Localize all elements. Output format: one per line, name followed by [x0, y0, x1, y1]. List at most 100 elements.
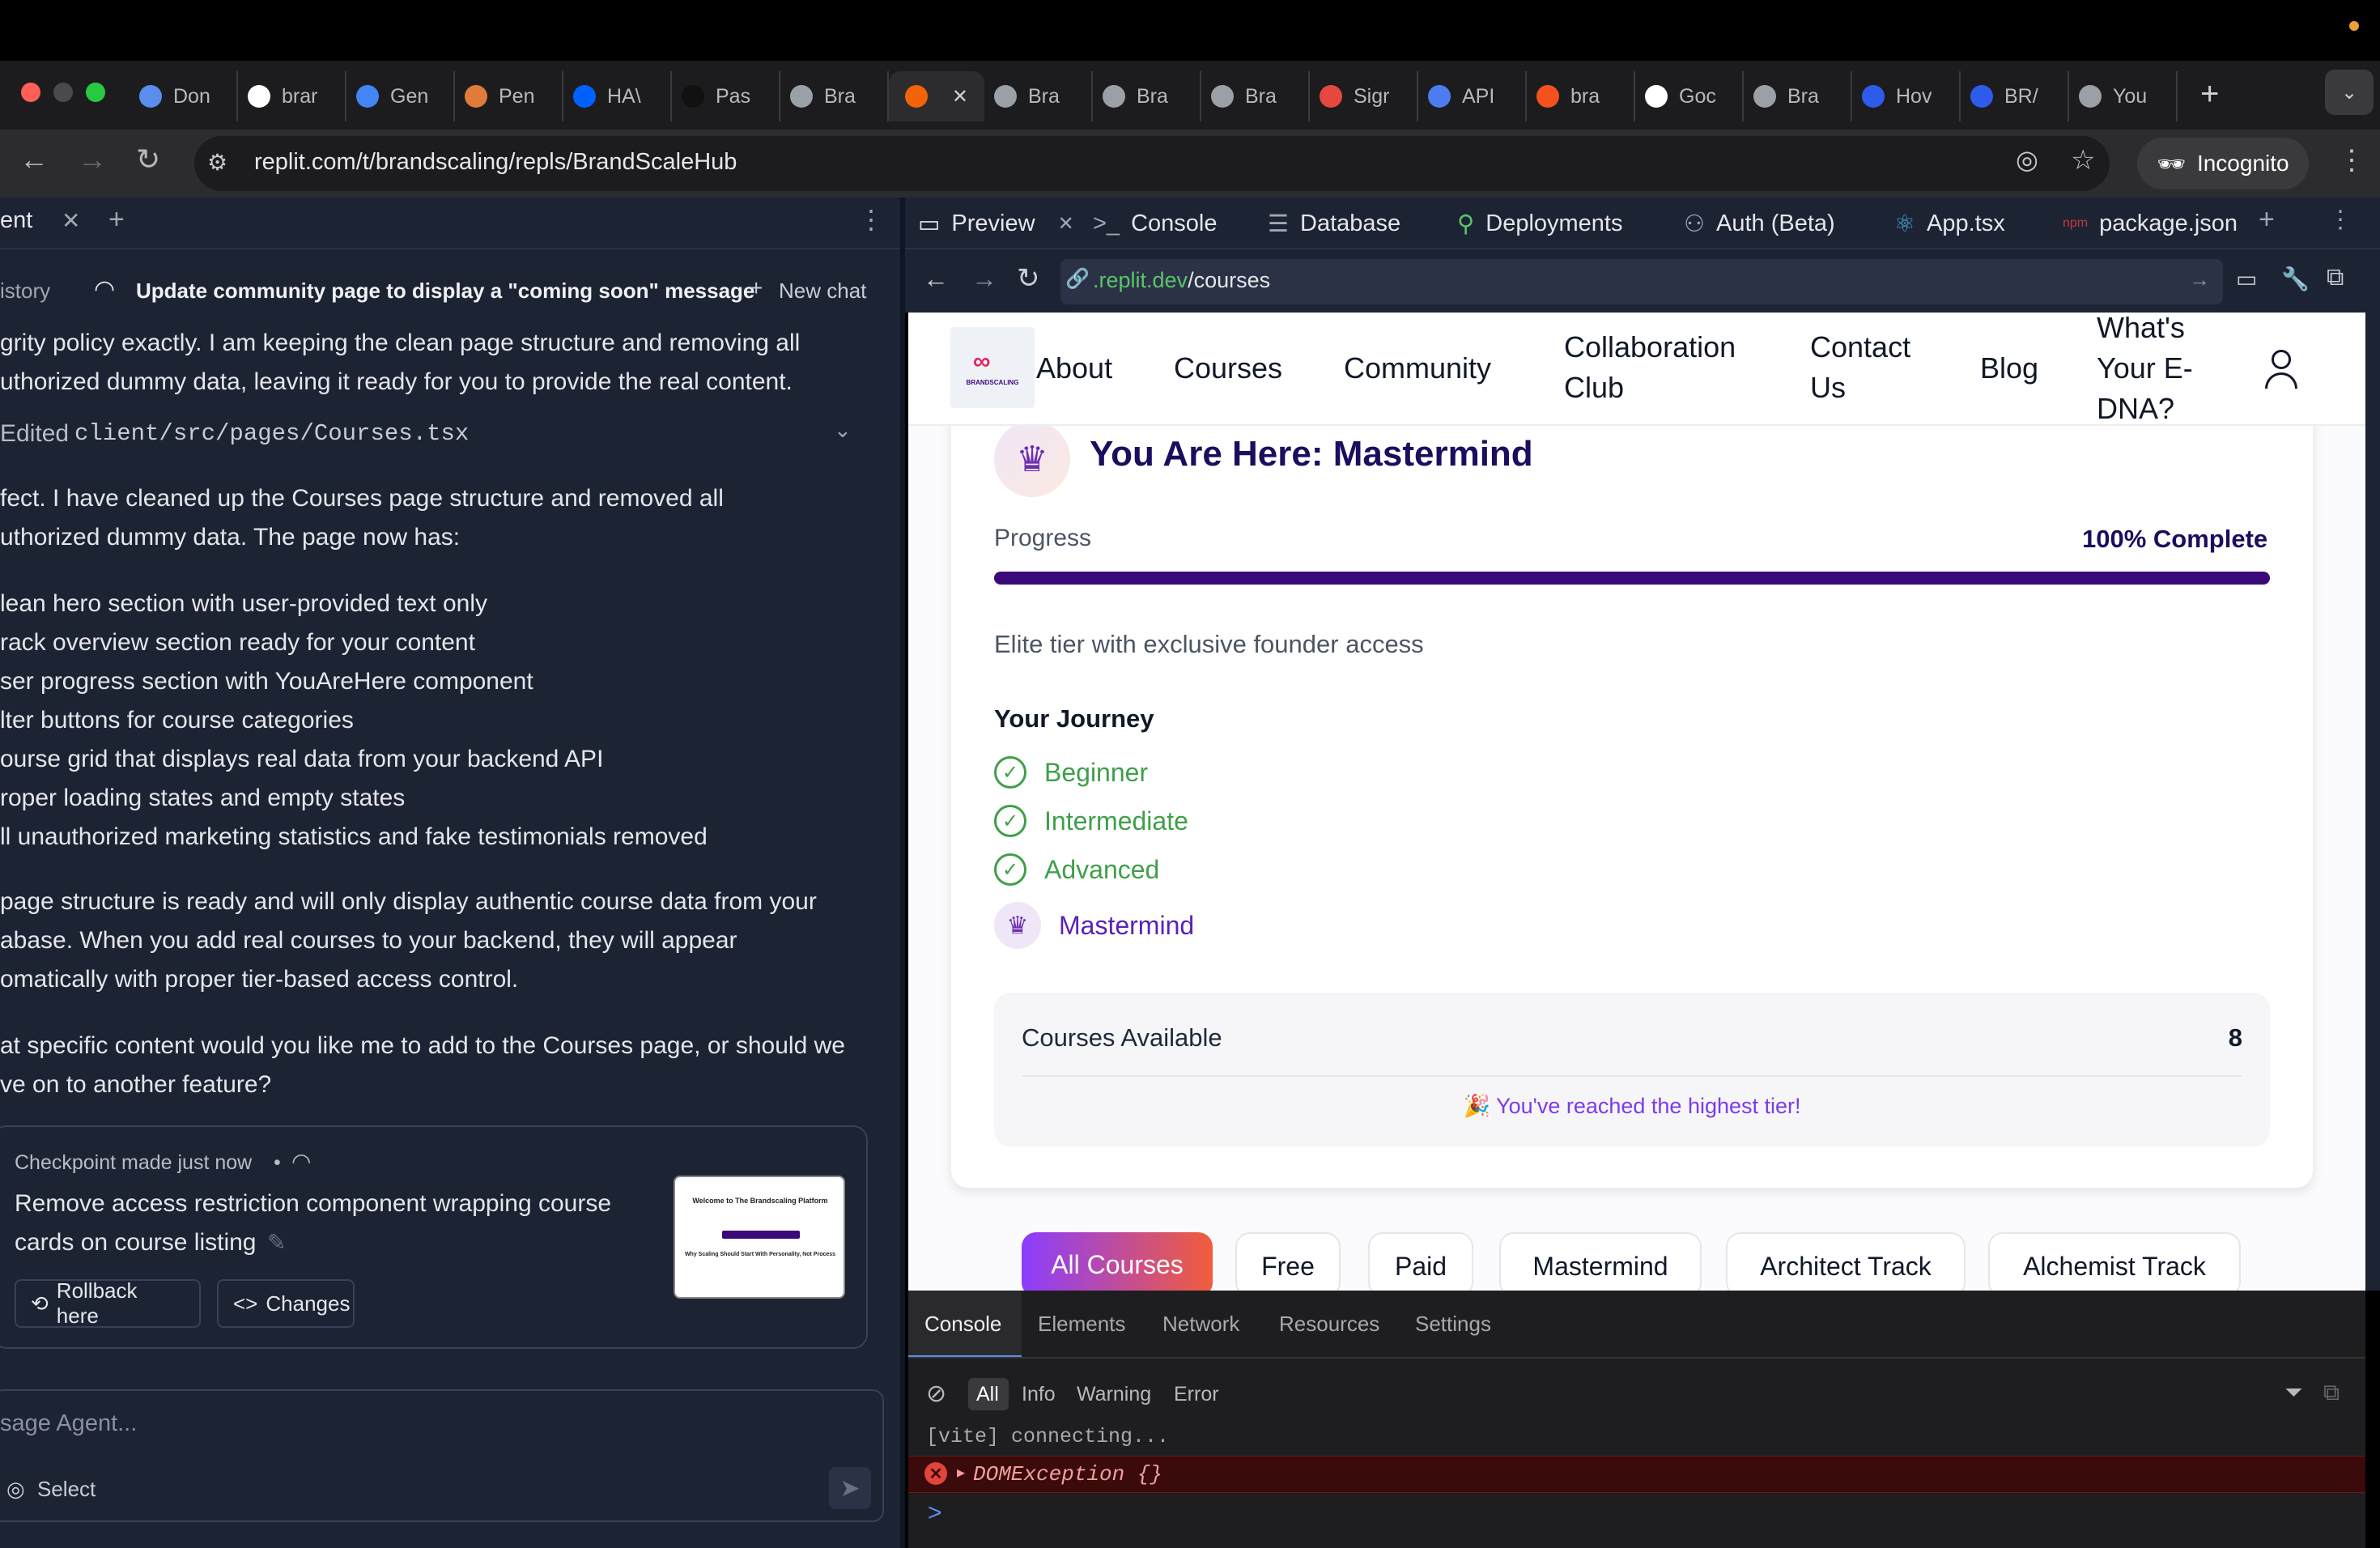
level-all[interactable]: All	[976, 1383, 999, 1406]
new-tab-button[interactable]: +	[2200, 76, 2219, 113]
preview-reload-icon[interactable]: ↻	[1017, 262, 1040, 295]
minimize-window-button[interactable]	[53, 83, 73, 102]
nav-community[interactable]: Community	[1344, 348, 1491, 389]
devtools-tab-elements[interactable]: Elements	[1038, 1312, 1125, 1337]
browser-tab[interactable]: Goc	[1635, 71, 1744, 121]
devtools-tab-settings[interactable]: Settings	[1415, 1312, 1491, 1337]
edit-pencil-icon[interactable]: ✎	[267, 1229, 286, 1256]
agent-tab-close-icon[interactable]: ✕	[62, 207, 80, 234]
devtools-tab-resources[interactable]: Resources	[1279, 1312, 1379, 1337]
browser-tab[interactable]: Gen	[346, 71, 455, 121]
history-button[interactable]: istory	[0, 279, 50, 304]
tab-app-tsx[interactable]: ⚛ App.tsx	[1894, 206, 2005, 241]
browser-tab[interactable]: Bra	[1744, 71, 1852, 121]
browser-tab[interactable]: Bra	[780, 71, 889, 121]
new-chat-button[interactable]: New chat	[779, 279, 866, 304]
level-error[interactable]: Error	[1174, 1383, 1219, 1406]
browser-tab[interactable]: brar	[238, 71, 346, 121]
filter-alchemist-track[interactable]: Alchemist Track	[1988, 1232, 2241, 1297]
browser-tab-label: BR/	[2004, 84, 2038, 108]
nav-blog[interactable]: Blog	[1980, 348, 2038, 389]
devtools-tab-network[interactable]: Network	[1162, 1312, 1239, 1337]
agent-panel-menu-icon[interactable]: ⋮	[858, 204, 884, 235]
preview-back-icon[interactable]: ←	[923, 264, 949, 294]
browser-tab[interactable]: Bra	[1201, 71, 1310, 121]
agent-new-tab-icon[interactable]: +	[108, 204, 125, 236]
panel-divider[interactable]	[900, 198, 905, 1548]
agent-input[interactable]: sage Agent...	[0, 1410, 137, 1437]
browser-tab[interactable]: ✕	[889, 71, 984, 121]
browser-tab[interactable]: Bra	[984, 71, 1093, 121]
nav-whats-your-edna[interactable]: What's Your E- DNA?	[2097, 308, 2193, 429]
site-info-icon[interactable]: ⚙	[207, 149, 227, 176]
filter-mastermind[interactable]: Mastermind	[1499, 1232, 1702, 1297]
nav-about[interactable]: About	[1036, 348, 1112, 389]
browser-tab[interactable]: Sigr	[1310, 71, 1418, 121]
tab-auth[interactable]: ⚇ Auth (Beta)	[1684, 206, 1835, 241]
changes-button[interactable]: <> Changes	[217, 1279, 355, 1328]
close-tab-icon[interactable]: ✕	[952, 85, 968, 108]
incognito-badge[interactable]: 🕶 Incognito	[2137, 138, 2309, 189]
devtools-wrench-icon[interactable]: 🔧	[2281, 266, 2310, 292]
browser-tab[interactable]: bra	[1527, 71, 1635, 121]
nav-courses[interactable]: Courses	[1174, 348, 1282, 389]
browser-tab[interactable]: Pas	[672, 71, 780, 121]
send-icon[interactable]: ➤	[829, 1467, 871, 1509]
browser-tab[interactable]: Bra	[1093, 71, 1201, 121]
filter-free[interactable]: Free	[1235, 1232, 1341, 1297]
level-info[interactable]: Info	[1022, 1383, 1056, 1406]
forward-button[interactable]: →	[78, 142, 107, 176]
console-prompt[interactable]: >	[928, 1499, 942, 1527]
nav-collaboration-club[interactable]: Collaboration Club	[1564, 327, 1736, 408]
back-button[interactable]: ←	[19, 142, 49, 176]
open-new-window-icon[interactable]: ⧉	[2327, 264, 2344, 291]
expand-triangle-icon[interactable]: ▸	[957, 1462, 965, 1482]
tab-preview[interactable]: ▭ Preview ✕	[918, 206, 1074, 241]
browser-tab-label: bra	[1570, 84, 1600, 108]
browser-tab[interactable]: API	[1418, 71, 1527, 121]
tab-close-icon[interactable]: ✕	[1058, 212, 1074, 236]
tab-package-json[interactable]: npm package.json	[2063, 206, 2238, 241]
devtools-tab-console[interactable]: Console	[924, 1312, 1001, 1337]
tab-console[interactable]: >_ Console	[1093, 206, 1217, 241]
tab-database[interactable]: ☰ Database	[1268, 206, 1400, 241]
reload-button[interactable]: ↻	[136, 142, 160, 176]
browser-tab[interactable]: Pen	[455, 71, 563, 121]
infinity-logo-icon: ∞	[973, 348, 991, 375]
maximize-window-button[interactable]	[86, 83, 105, 102]
close-window-button[interactable]	[21, 83, 40, 102]
open-arrow-icon[interactable]: →	[2189, 267, 2210, 292]
rollback-button[interactable]: ⟲ Rollback here	[15, 1278, 201, 1328]
workspace-menu-icon[interactable]: ⋮	[2328, 206, 2352, 234]
preview-forward-icon[interactable]: →	[971, 264, 997, 294]
user-profile-icon[interactable]	[2263, 348, 2299, 390]
browser-tab[interactable]: BR/	[1961, 71, 2069, 121]
browser-tab[interactable]: You	[2069, 71, 2178, 121]
filter-icon[interactable]: ⏷	[2284, 1380, 2302, 1406]
bookmark-star-icon[interactable]: ☆	[2071, 144, 2095, 176]
browser-tab[interactable]: HA\	[563, 71, 672, 121]
nav-contact-us[interactable]: Contact Us	[1810, 327, 1910, 408]
preview-scrollbar[interactable]	[2365, 313, 2380, 1291]
agent-message-box[interactable]	[0, 1389, 884, 1522]
clear-console-icon[interactable]: ⊘	[926, 1380, 946, 1408]
tab-deployments[interactable]: ⚲ Deployments	[1457, 206, 1623, 241]
browser-tab[interactable]: Hov	[1852, 71, 1961, 121]
checkpoint-thumbnail[interactable]: Welcome to The Brandscaling Platform Why…	[674, 1176, 845, 1299]
filter-paid[interactable]: Paid	[1368, 1232, 1473, 1297]
add-tab-icon[interactable]: +	[2259, 204, 2275, 236]
level-warning[interactable]: Warning	[1077, 1383, 1151, 1406]
tab-search-button[interactable]: ⌄	[2325, 70, 2374, 115]
agent-tab[interactable]: ent	[0, 207, 32, 234]
site-logo[interactable]: ∞ BRANDSCALING	[950, 327, 1035, 408]
browser-tab[interactable]: Don	[130, 71, 238, 121]
expand-chevron-down-icon[interactable]: ⌄	[834, 418, 852, 443]
filter-architect-track[interactable]: Architect Track	[1726, 1232, 1966, 1297]
tracking-protection-icon[interactable]: ◎	[2016, 144, 2038, 175]
select-button[interactable]: Select	[37, 1477, 96, 1502]
copy-icon[interactable]: ⧉	[2323, 1380, 2340, 1406]
filter-all-courses[interactable]: All Courses	[1022, 1232, 1213, 1297]
device-icon[interactable]: ▭	[2236, 266, 2257, 292]
browser-menu-icon[interactable]: ⋮	[2338, 144, 2365, 176]
edited-file-path[interactable]: client/src/pages/Courses.tsx	[74, 415, 469, 453]
